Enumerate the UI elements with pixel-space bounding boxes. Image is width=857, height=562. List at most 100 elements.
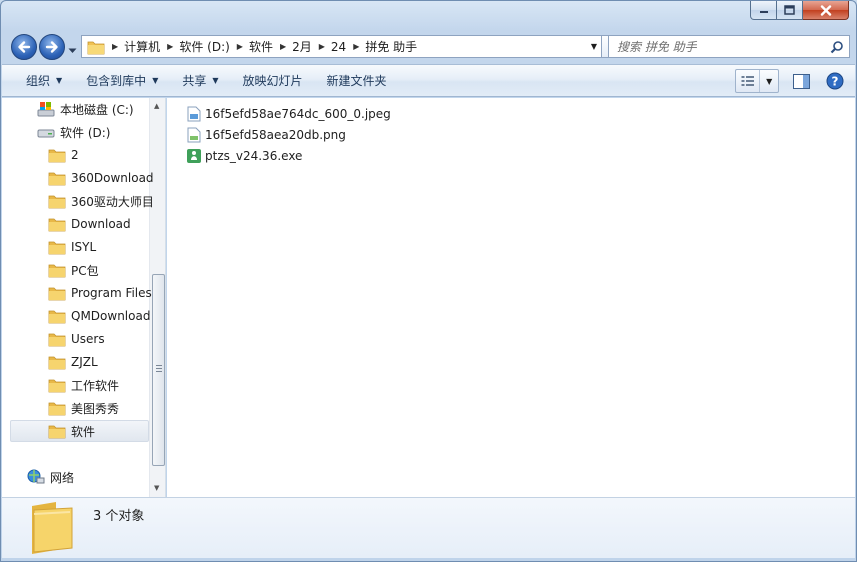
folder-icon — [48, 149, 66, 163]
folder-icon — [48, 425, 66, 439]
nav-item-label: ISYL — [71, 240, 97, 254]
slideshow-button[interactable]: 放映幻灯片 — [231, 65, 315, 96]
nav-item[interactable]: 360驱动大师目 — [48, 190, 154, 212]
png-file-icon — [187, 127, 201, 142]
nav-item[interactable]: Download — [48, 213, 131, 235]
maximize-button[interactable] — [777, 1, 803, 20]
folder-icon — [48, 172, 66, 186]
breadcrumb-item[interactable]: 24 — [331, 40, 346, 54]
nav-item[interactable]: 工作软件 — [48, 374, 119, 396]
nav-item[interactable]: 软件 (D:) — [37, 121, 110, 143]
nav-item-label: 360Download — [71, 171, 154, 185]
nav-item[interactable]: PC包 — [48, 259, 99, 281]
item-count: 3 个对象 — [93, 509, 145, 524]
scroll-down-icon[interactable]: ▼ — [154, 484, 159, 492]
svg-text:?: ? — [832, 75, 839, 89]
nav-item[interactable]: 360Download — [48, 167, 154, 189]
folder-icon — [48, 264, 66, 278]
address-history-dropdown[interactable]: ▼ — [591, 42, 597, 51]
chevron-down-icon — [68, 48, 77, 53]
back-button[interactable] — [11, 34, 37, 60]
organize-menu[interactable]: 组织 ▼ — [14, 65, 74, 96]
nav-item[interactable]: ISYL — [48, 236, 96, 258]
recent-pages-dropdown[interactable] — [68, 43, 77, 57]
include-library-label: 包含到库中 — [86, 74, 147, 88]
caret-down-icon: ▼ — [152, 76, 159, 85]
new-folder-button[interactable]: 新建文件夹 — [315, 65, 399, 96]
view-options-dropdown[interactable]: ▼ — [760, 77, 778, 86]
breadcrumb-separator-icon[interactable]: ▶ — [353, 42, 359, 51]
close-icon — [820, 4, 831, 16]
nav-item[interactable]: ZJZL — [48, 351, 98, 373]
nav-item-label: 360驱动大师目 — [71, 194, 154, 209]
slideshow-label: 放映幻灯片 — [242, 74, 303, 88]
file-item[interactable]: 16f5efd58ae764dc_600_0.jpeg — [186, 103, 391, 124]
nav-item-label: 本地磁盘 (C:) — [60, 102, 134, 117]
breadcrumb-separator-icon[interactable]: ▶ — [319, 42, 325, 51]
nav-item[interactable]: 本地磁盘 (C:) — [37, 98, 134, 120]
folder-icon — [48, 333, 66, 347]
network-icon — [27, 469, 45, 484]
breadcrumb-item[interactable]: 计算机 — [124, 38, 160, 55]
folder-icon — [48, 287, 66, 301]
nav-item-label: ZJZL — [71, 355, 98, 369]
folder-large-icon — [32, 502, 73, 554]
scroll-thumb[interactable] — [152, 274, 165, 466]
nav-item-network[interactable]: 网络 — [27, 466, 74, 488]
drive-c-icon — [37, 102, 55, 117]
nav-item-label: Program Files — [71, 286, 152, 300]
forward-button[interactable] — [39, 34, 65, 60]
breadcrumb: ▶ 计算机 ▶ 软件 (D:) ▶ 软件 ▶ 2月 ▶ 24 ▶ 拼免 助手 — [105, 36, 417, 57]
exe-file-icon — [187, 148, 201, 163]
breadcrumb-item[interactable]: 拼免 助手 — [365, 38, 417, 55]
address-bar[interactable]: ▶ 计算机 ▶ 软件 (D:) ▶ 软件 ▶ 2月 ▶ 24 ▶ 拼免 助手 ▼ — [81, 35, 602, 58]
nav-item[interactable]: 软件 — [10, 420, 149, 442]
file-item[interactable]: ptzs_v24.36.exe — [186, 145, 302, 166]
nav-item[interactable]: 美图秀秀 — [48, 397, 119, 419]
nav-item-label: 美图秀秀 — [71, 401, 120, 416]
breadcrumb-separator-icon[interactable]: ▶ — [167, 42, 173, 51]
breadcrumb-item[interactable]: 软件 (D:) — [179, 38, 229, 55]
search-box — [608, 35, 850, 58]
drive-d-icon — [37, 129, 55, 138]
arrow-right-icon — [45, 41, 58, 53]
address-row: ▶ 计算机 ▶ 软件 (D:) ▶ 软件 ▶ 2月 ▶ 24 ▶ 拼免 助手 ▼ — [9, 32, 850, 62]
nav-item[interactable]: 2 — [48, 144, 79, 166]
arrow-left-icon — [18, 41, 31, 53]
jpeg-file-icon — [187, 106, 201, 121]
breadcrumb-item[interactable]: 软件 — [249, 38, 273, 55]
folder-icon — [48, 195, 66, 209]
search-input[interactable] — [617, 37, 827, 56]
file-item[interactable]: 16f5efd58aea20db.png — [186, 124, 346, 145]
nav-item-label: Download — [71, 217, 131, 231]
file-name: 16f5efd58ae764dc_600_0.jpeg — [205, 106, 391, 121]
explorer-window: ▶ 计算机 ▶ 软件 (D:) ▶ 软件 ▶ 2月 ▶ 24 ▶ 拼免 助手 ▼ 组织 ▼ 包含到库中 ▼… — [0, 0, 857, 562]
nav-item[interactable]: Program Files — [48, 282, 152, 304]
breadcrumb-separator-icon[interactable]: ▶ — [237, 42, 243, 51]
close-button[interactable] — [803, 1, 849, 20]
nav-item[interactable]: Users — [48, 328, 105, 350]
breadcrumb-separator-icon[interactable]: ▶ — [280, 42, 286, 51]
folder-icon — [48, 310, 66, 324]
folder-icon — [48, 402, 66, 416]
share-menu[interactable]: 共享 ▼ — [170, 65, 230, 96]
nav-item[interactable]: QMDownload — [48, 305, 150, 327]
include-library-menu[interactable]: 包含到库中 ▼ — [74, 65, 170, 96]
folder-icon — [87, 41, 105, 54]
navigation-pane: ▲ ▼ 本地磁盘 (C:) 软件 (D:) 2 360Download 360驱动大师目… — [2, 98, 166, 497]
scroll-up-icon[interactable]: ▲ — [154, 102, 159, 110]
preview-pane-button[interactable] — [789, 69, 813, 93]
share-label: 共享 — [182, 74, 207, 88]
search-icon[interactable] — [830, 40, 844, 54]
minimize-button[interactable] — [750, 1, 777, 20]
caret-down-icon: ▼ — [56, 76, 63, 85]
help-button[interactable]: ? — [823, 69, 847, 93]
breadcrumb-item[interactable]: 2月 — [292, 38, 312, 55]
nav-item-label: 工作软件 — [71, 378, 120, 393]
folder-icon — [48, 218, 66, 232]
breadcrumb-separator-icon[interactable]: ▶ — [112, 42, 118, 51]
change-view-button[interactable]: ▼ — [735, 69, 779, 93]
nav-item-label: Users — [71, 332, 105, 346]
nav-item-label: 软件 (D:) — [60, 125, 111, 140]
help-icon: ? — [826, 72, 844, 90]
